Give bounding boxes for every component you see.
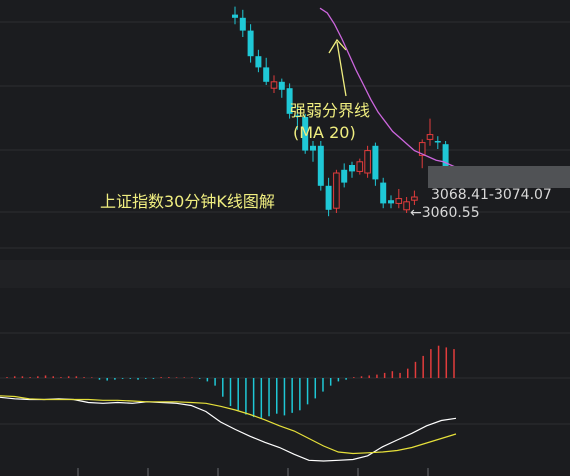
candle-body <box>411 196 418 201</box>
time-axis-ticks <box>77 468 429 476</box>
candle-body <box>255 56 262 68</box>
candle-body <box>310 145 316 151</box>
candle-body <box>388 200 394 204</box>
candle-body <box>434 141 441 143</box>
candle-body <box>403 201 410 211</box>
candle-body <box>395 198 403 204</box>
candle-body <box>349 165 355 172</box>
ma-label-line1: 强弱分界线 <box>290 101 370 120</box>
kline-macd-chart: 3068.41-3074.07 ←3060.55 强弱分界线 (MA 20) 上… <box>0 6 570 476</box>
low-price-label: ←3060.55 <box>410 205 480 221</box>
ma-label-line2: (MA 20) <box>293 123 356 142</box>
candle-body <box>325 185 332 210</box>
candle-body <box>372 145 379 180</box>
candle-body <box>239 17 246 31</box>
candle-body <box>364 150 371 174</box>
candle-body <box>270 81 278 89</box>
candle-body <box>426 134 434 140</box>
candle-body <box>442 144 449 170</box>
candle-body <box>232 14 238 18</box>
zone-label: 3068.41-3074.07 <box>431 187 552 203</box>
candle-body <box>341 169 348 183</box>
grid-lines <box>0 21 570 425</box>
candle-body <box>247 30 254 57</box>
candle-body <box>333 172 340 209</box>
candle-body <box>317 145 324 186</box>
macd-histogram <box>6 345 455 418</box>
panel-separator <box>0 260 570 288</box>
ma-annotation-arrow <box>328 38 347 97</box>
candle-body <box>263 67 270 82</box>
chart-annotation-title: 上证指数30分钟K线图解 <box>100 192 275 211</box>
candle-body <box>380 182 387 204</box>
support-zone <box>428 166 570 188</box>
candle-body <box>278 81 285 90</box>
chart-stage: 3068.41-3074.07 ←3060.55 强弱分界线 (MA 20) 上… <box>0 0 570 476</box>
candle-body <box>356 161 364 172</box>
